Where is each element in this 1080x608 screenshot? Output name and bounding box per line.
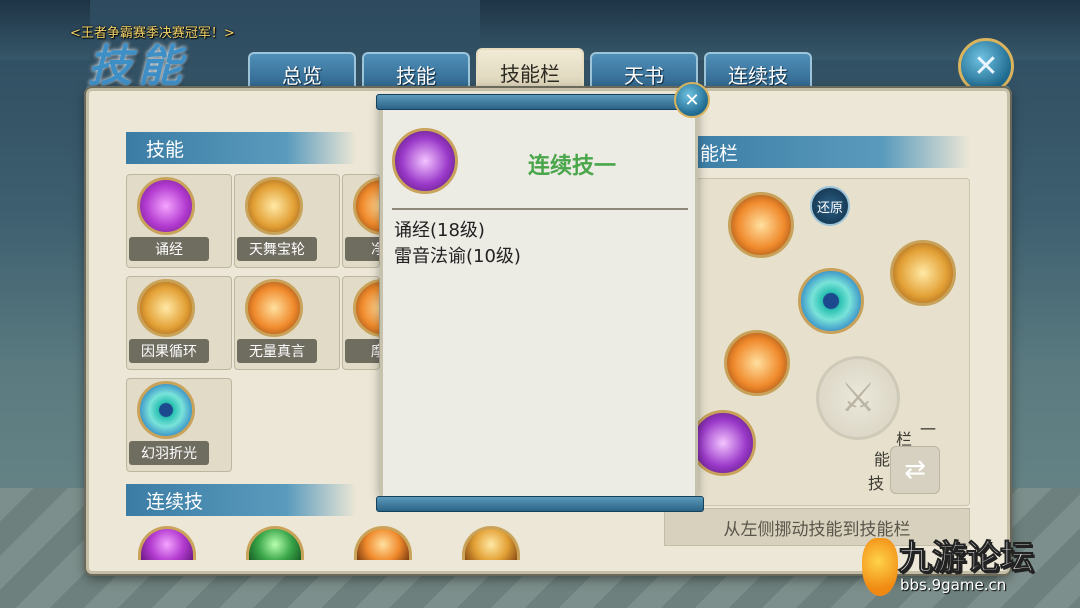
watermark-url: bbs.9game.cn [900,576,1007,594]
skill-label: 天舞宝轮 [237,237,317,261]
section-header-combos: 连续技 [126,484,356,516]
skill-label: 净土 [345,237,379,261]
popup-skill-line: 雷音法谕(10级) [394,246,521,267]
skill-card[interactable]: 因果循环 [126,276,232,370]
close-icon: ✕ [973,48,999,84]
swap-arrows-icon: ⇄ [904,455,926,485]
skill-label: 摩诃 [345,339,379,363]
popup-bottom-rod [376,496,704,512]
switch-label-char: 一 [920,420,937,439]
skill-bar-slot[interactable] [728,192,794,258]
basic-attack-slot[interactable]: ⚔ [816,356,900,440]
skill-bar-slot[interactable] [798,268,864,334]
orange-hand-icon [353,177,379,235]
skill-label: 幻羽折光 [129,441,209,465]
skill-card[interactable]: 天舞宝轮 [234,174,340,268]
skill-label: 因果循环 [129,339,209,363]
skill-bar-slot[interactable] [890,240,956,306]
switch-bar-button[interactable]: ⇄ [890,446,940,494]
window-title: 技能 [88,41,188,92]
skill-label: 诵经 [129,237,209,261]
golden-wheel-icon [245,177,303,235]
skill-card[interactable]: 诵经 [126,174,232,268]
popup-skill-line: 诵经(18级) [394,220,485,241]
combo-crystal-icon [392,128,458,194]
fire-burst-icon [353,279,379,337]
skill-bar-slot[interactable] [724,330,790,396]
sword-icon: ⚔ [840,375,876,421]
skill-label: 无量真言 [237,339,317,363]
section-header-skill-bar: 能栏 [680,136,970,168]
gold-flame-icon [137,279,195,337]
mascot-logo [862,538,898,596]
popup-top-rod [376,94,704,110]
skill-card[interactable]: 幻羽折光 [126,378,232,472]
purple-rune-icon [137,177,195,235]
close-icon: ✕ [684,89,700,111]
popup-close-button[interactable]: ✕ [674,82,710,118]
switch-label-char: 技 [868,474,885,493]
skill-bar-slot[interactable] [690,410,756,476]
skill-card[interactable]: 摩诃 [342,276,380,370]
skill-card[interactable]: 净土 [342,174,380,268]
watermark-text: 九游论坛 [898,538,1035,579]
skill-card[interactable]: 无量真言 [234,276,340,370]
peacock-feather-icon [137,381,195,439]
popup-title: 连续技一 [528,154,617,179]
section-header-skills: 技能 [126,132,356,164]
popup-divider [392,208,688,210]
restore-button[interactable]: 还原 [810,186,850,226]
switch-label-char: 能 [874,450,891,469]
golden-buddha-icon [245,279,303,337]
